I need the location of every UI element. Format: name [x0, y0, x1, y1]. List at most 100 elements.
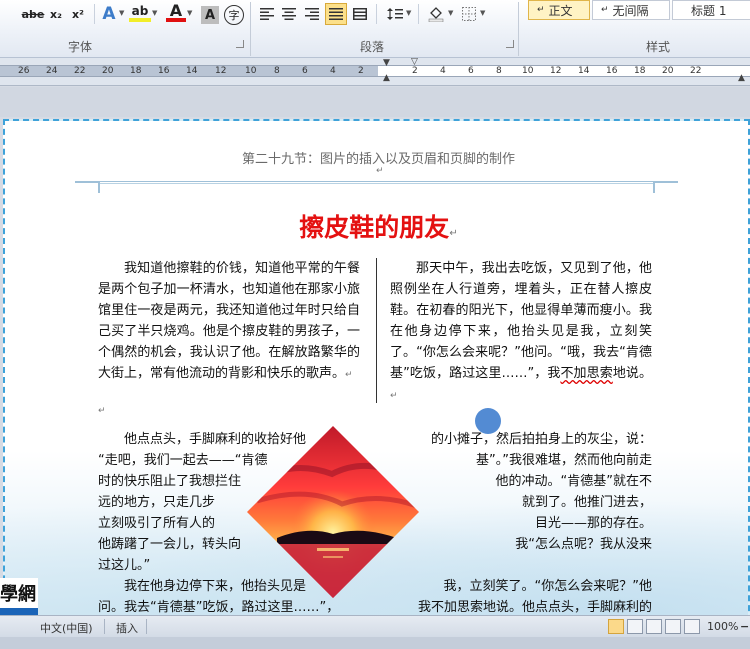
paragraph-mark-icon: ↵ [390, 391, 398, 401]
right-column-text: 那天中午，我出去吃饭，又见到了他，他照例坐在人行道旁，埋着头，正在替人擦皮鞋。在… [390, 261, 652, 381]
paragraph-mark-icon: ↵ [345, 370, 353, 380]
wrap-text-left[interactable]: 我在他身边停下来，他抬头见是 [124, 575, 306, 594]
ruler-track: 26 24 22 20 18 16 14 12 10 8 6 4 2 2 4 6… [0, 65, 750, 77]
ruler-tick-label: 24 [46, 66, 58, 76]
ruler-tick-label: 10 [522, 66, 534, 76]
wrap-text-right[interactable]: 目光——那的存在。 [535, 512, 652, 531]
wrap-text-left[interactable]: 立刻吸引了所有人的 [98, 512, 215, 531]
wrap-text-left[interactable]: “走吧，我们一起去——“肯德 [98, 449, 267, 468]
paragraph-mark-icon: ↵ [376, 166, 384, 176]
insert-mode-status[interactable]: 插入 [116, 620, 138, 636]
wrap-text-left[interactable]: 他踌躇了一会儿，转头向 [98, 533, 241, 552]
document-title[interactable]: 擦皮鞋的朋友↵ [5, 208, 748, 244]
full-screen-reading-button[interactable] [627, 619, 643, 634]
separator [94, 4, 95, 24]
right-column-paragraph[interactable]: 那天中午，我出去吃饭，又见到了他，他照例坐在人行道旁，埋着头，正在替人擦皮鞋。在… [390, 258, 652, 407]
wrap-text-right[interactable]: 我，立刻笑了。“你怎么会来呢？”他 [444, 575, 652, 594]
ruler-tick-label: 16 [158, 66, 170, 76]
ruler-tick-label: 12 [215, 66, 227, 76]
style-no-spacing-label: 无间隔 [612, 3, 649, 18]
chevron-down-icon[interactable]: ▼ [480, 9, 485, 17]
paint-bucket-icon [428, 7, 444, 22]
print-layout-view-button[interactable] [608, 619, 624, 634]
style-no-spacing[interactable]: ↵ 无间隔 [592, 0, 670, 20]
taskbar-strip [0, 637, 750, 649]
justify-icon [329, 8, 343, 20]
page-header-text[interactable]: 第二十九节：图片的插入以及页眉和页脚的制作 [5, 148, 748, 167]
wrap-text-right[interactable]: 的小摊子，然后拍拍身上的灰尘，说： [431, 428, 652, 447]
zoom-out-button[interactable]: − [740, 620, 749, 633]
ruler-tick-label: 2 [358, 66, 364, 76]
ruler-tick-label: 26 [18, 66, 30, 76]
wrap-text-right[interactable]: 他的冲动。“肯德基”就在不 [496, 470, 652, 489]
shading-button[interactable] [425, 3, 447, 25]
web-layout-button[interactable] [646, 619, 662, 634]
chevron-down-icon[interactable]: ▼ [406, 9, 411, 17]
wrap-text-right[interactable]: 就到了。他推门进去， [522, 491, 652, 510]
wrap-text-right[interactable]: 我“怎么点呢？我从没来 [515, 533, 652, 552]
character-shading-button[interactable]: A [201, 6, 219, 24]
paragraph-dialog-launcher[interactable] [506, 40, 514, 48]
first-line-indent-marker[interactable]: ▼ [383, 58, 390, 68]
style-normal[interactable]: ↵ 正文 [528, 0, 590, 20]
document-page[interactable]: 第二十九节：图片的插入以及页眉和页脚的制作 ↵ 擦皮鞋的朋友↵ 我知道他擦鞋的价… [3, 119, 750, 631]
align-right-icon [305, 8, 319, 20]
subscript-button[interactable]: x₂ [46, 3, 66, 25]
right-column-text-end: 地说。 [612, 366, 652, 381]
outline-view-button[interactable] [665, 619, 681, 634]
wrap-text-right[interactable]: 我不加思索地说。他点点头，手脚麻利的 [418, 596, 652, 615]
ruler-tick-label: 18 [130, 66, 142, 76]
wrap-text-right[interactable]: 基”。”我很难堪，然而他向前走 [476, 449, 652, 468]
distributed-button[interactable] [350, 3, 370, 25]
ribbon: abe x₂ x² A ▼ ab ▼ A ▼ A 字 ▼ ▼ ▼ ↵ 正文 ↵ 无间… [0, 0, 750, 58]
draft-view-button[interactable] [684, 619, 700, 634]
status-bar: 中文(中国) 插入 100% − [0, 615, 750, 637]
superscript-button[interactable]: x² [68, 3, 88, 25]
chevron-down-icon[interactable]: ▼ [152, 9, 157, 17]
group-separator [250, 2, 251, 56]
enclose-characters-button[interactable]: 字 [224, 5, 244, 25]
align-left-button[interactable] [257, 3, 277, 25]
left-column-paragraph[interactable]: 我知道他擦鞋的价钱，知道他平常的午餐是两个包子加一杯清水，也知道他在那家小旅馆里… [98, 258, 360, 386]
text-effect-button[interactable]: A [99, 3, 119, 25]
language-status[interactable]: 中文(中国) [40, 620, 93, 636]
justify-button[interactable] [325, 3, 347, 25]
horizontal-ruler[interactable]: 26 24 22 20 18 16 14 12 10 8 6 4 2 2 4 6… [0, 57, 750, 86]
wrap-text-left[interactable]: 时的快乐阻止了我想拦住 [98, 470, 241, 489]
title-text: 擦皮鞋的朋友 [299, 213, 450, 242]
line-spacing-button[interactable] [384, 3, 406, 25]
ruler-tick-label: 22 [74, 66, 86, 76]
header-border [653, 181, 678, 193]
zoom-level[interactable]: 100% [707, 620, 738, 633]
wrap-text-left[interactable]: 过这儿。” [98, 554, 150, 573]
align-center-button[interactable] [279, 3, 299, 25]
chevron-down-icon[interactable]: ▼ [119, 9, 124, 17]
ruler-tick-label: 8 [496, 66, 502, 76]
ruler-tick-label: 22 [690, 66, 702, 76]
style-heading-1[interactable]: 标题 1 [672, 0, 750, 20]
wrap-text-left[interactable]: 问。我去“肯德基”吃饭，路过这里……”， [98, 596, 339, 615]
spelling-flag-text[interactable]: 不加思索 [560, 366, 612, 381]
font-color-button[interactable]: A [166, 1, 186, 22]
column-marker[interactable]: ▽ [411, 57, 418, 67]
right-indent-marker[interactable]: ▲ [738, 73, 745, 83]
wrap-text-left[interactable]: 远的地方，只走几步 [98, 491, 215, 510]
align-left-icon [260, 8, 274, 20]
ruler-tick-label: 20 [662, 66, 674, 76]
align-right-button[interactable] [302, 3, 322, 25]
chevron-down-icon[interactable]: ▼ [448, 9, 453, 17]
highlight-button[interactable]: ab [129, 3, 151, 22]
strikethrough-button[interactable]: abe [22, 3, 45, 25]
ruler-tick-label: 20 [102, 66, 114, 76]
borders-button[interactable] [459, 3, 479, 25]
ruler-tick-label: 12 [550, 66, 562, 76]
ruler-tick-label: 2 [412, 66, 418, 76]
ruler-tick-label: 4 [440, 66, 446, 76]
separator [104, 619, 105, 634]
chevron-down-icon[interactable]: ▼ [187, 9, 192, 17]
hanging-indent-marker[interactable]: ▲ [383, 73, 390, 83]
font-dialog-launcher[interactable] [236, 40, 244, 48]
wrap-text-left[interactable]: 他点点头，手脚麻利的收拾好他 [124, 428, 306, 447]
separator [376, 4, 377, 24]
ruler-tick-label: 6 [302, 66, 308, 76]
